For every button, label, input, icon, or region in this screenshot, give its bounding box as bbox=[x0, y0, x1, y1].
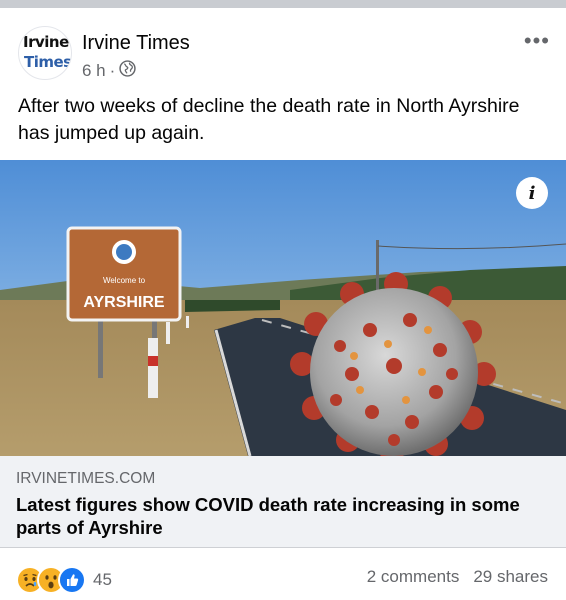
reactions-summary[interactable]: 45 bbox=[16, 566, 112, 594]
logo-text-line2: Times bbox=[24, 53, 72, 71]
post-meta: 6 h · bbox=[82, 60, 136, 82]
sign-text-small: Welcome to bbox=[103, 276, 146, 285]
engagement-stats: 2 comments 29 shares bbox=[367, 567, 548, 587]
more-options-button[interactable]: ••• bbox=[524, 28, 550, 54]
meta-separator: · bbox=[109, 61, 116, 80]
link-preview-image[interactable]: Welcome to AYRSHIRE i bbox=[0, 160, 566, 456]
top-divider bbox=[0, 0, 566, 8]
page-name-link[interactable]: Irvine Times bbox=[82, 32, 190, 55]
post-time[interactable]: 6 h bbox=[82, 61, 106, 81]
globe-icon bbox=[119, 60, 136, 82]
page-avatar[interactable]: Irvine Times bbox=[18, 26, 72, 80]
comments-link[interactable]: 2 comments bbox=[367, 567, 460, 586]
post-text: After two weeks of decline the death rat… bbox=[18, 95, 520, 144]
reaction-count: 45 bbox=[93, 570, 112, 589]
sign-text-large: AYRSHIRE bbox=[83, 294, 165, 311]
link-preview-card[interactable]: IRVINETIMES.COM Latest figures show COVI… bbox=[0, 456, 566, 548]
link-headline[interactable]: Latest figures show COVID death rate inc… bbox=[16, 493, 556, 539]
info-button[interactable]: i bbox=[516, 177, 548, 209]
like-icon bbox=[58, 566, 86, 594]
link-domain: IRVINETIMES.COM bbox=[16, 470, 156, 487]
logo-text-line1: Irvine bbox=[23, 33, 69, 51]
shares-link[interactable]: 29 shares bbox=[473, 567, 548, 586]
